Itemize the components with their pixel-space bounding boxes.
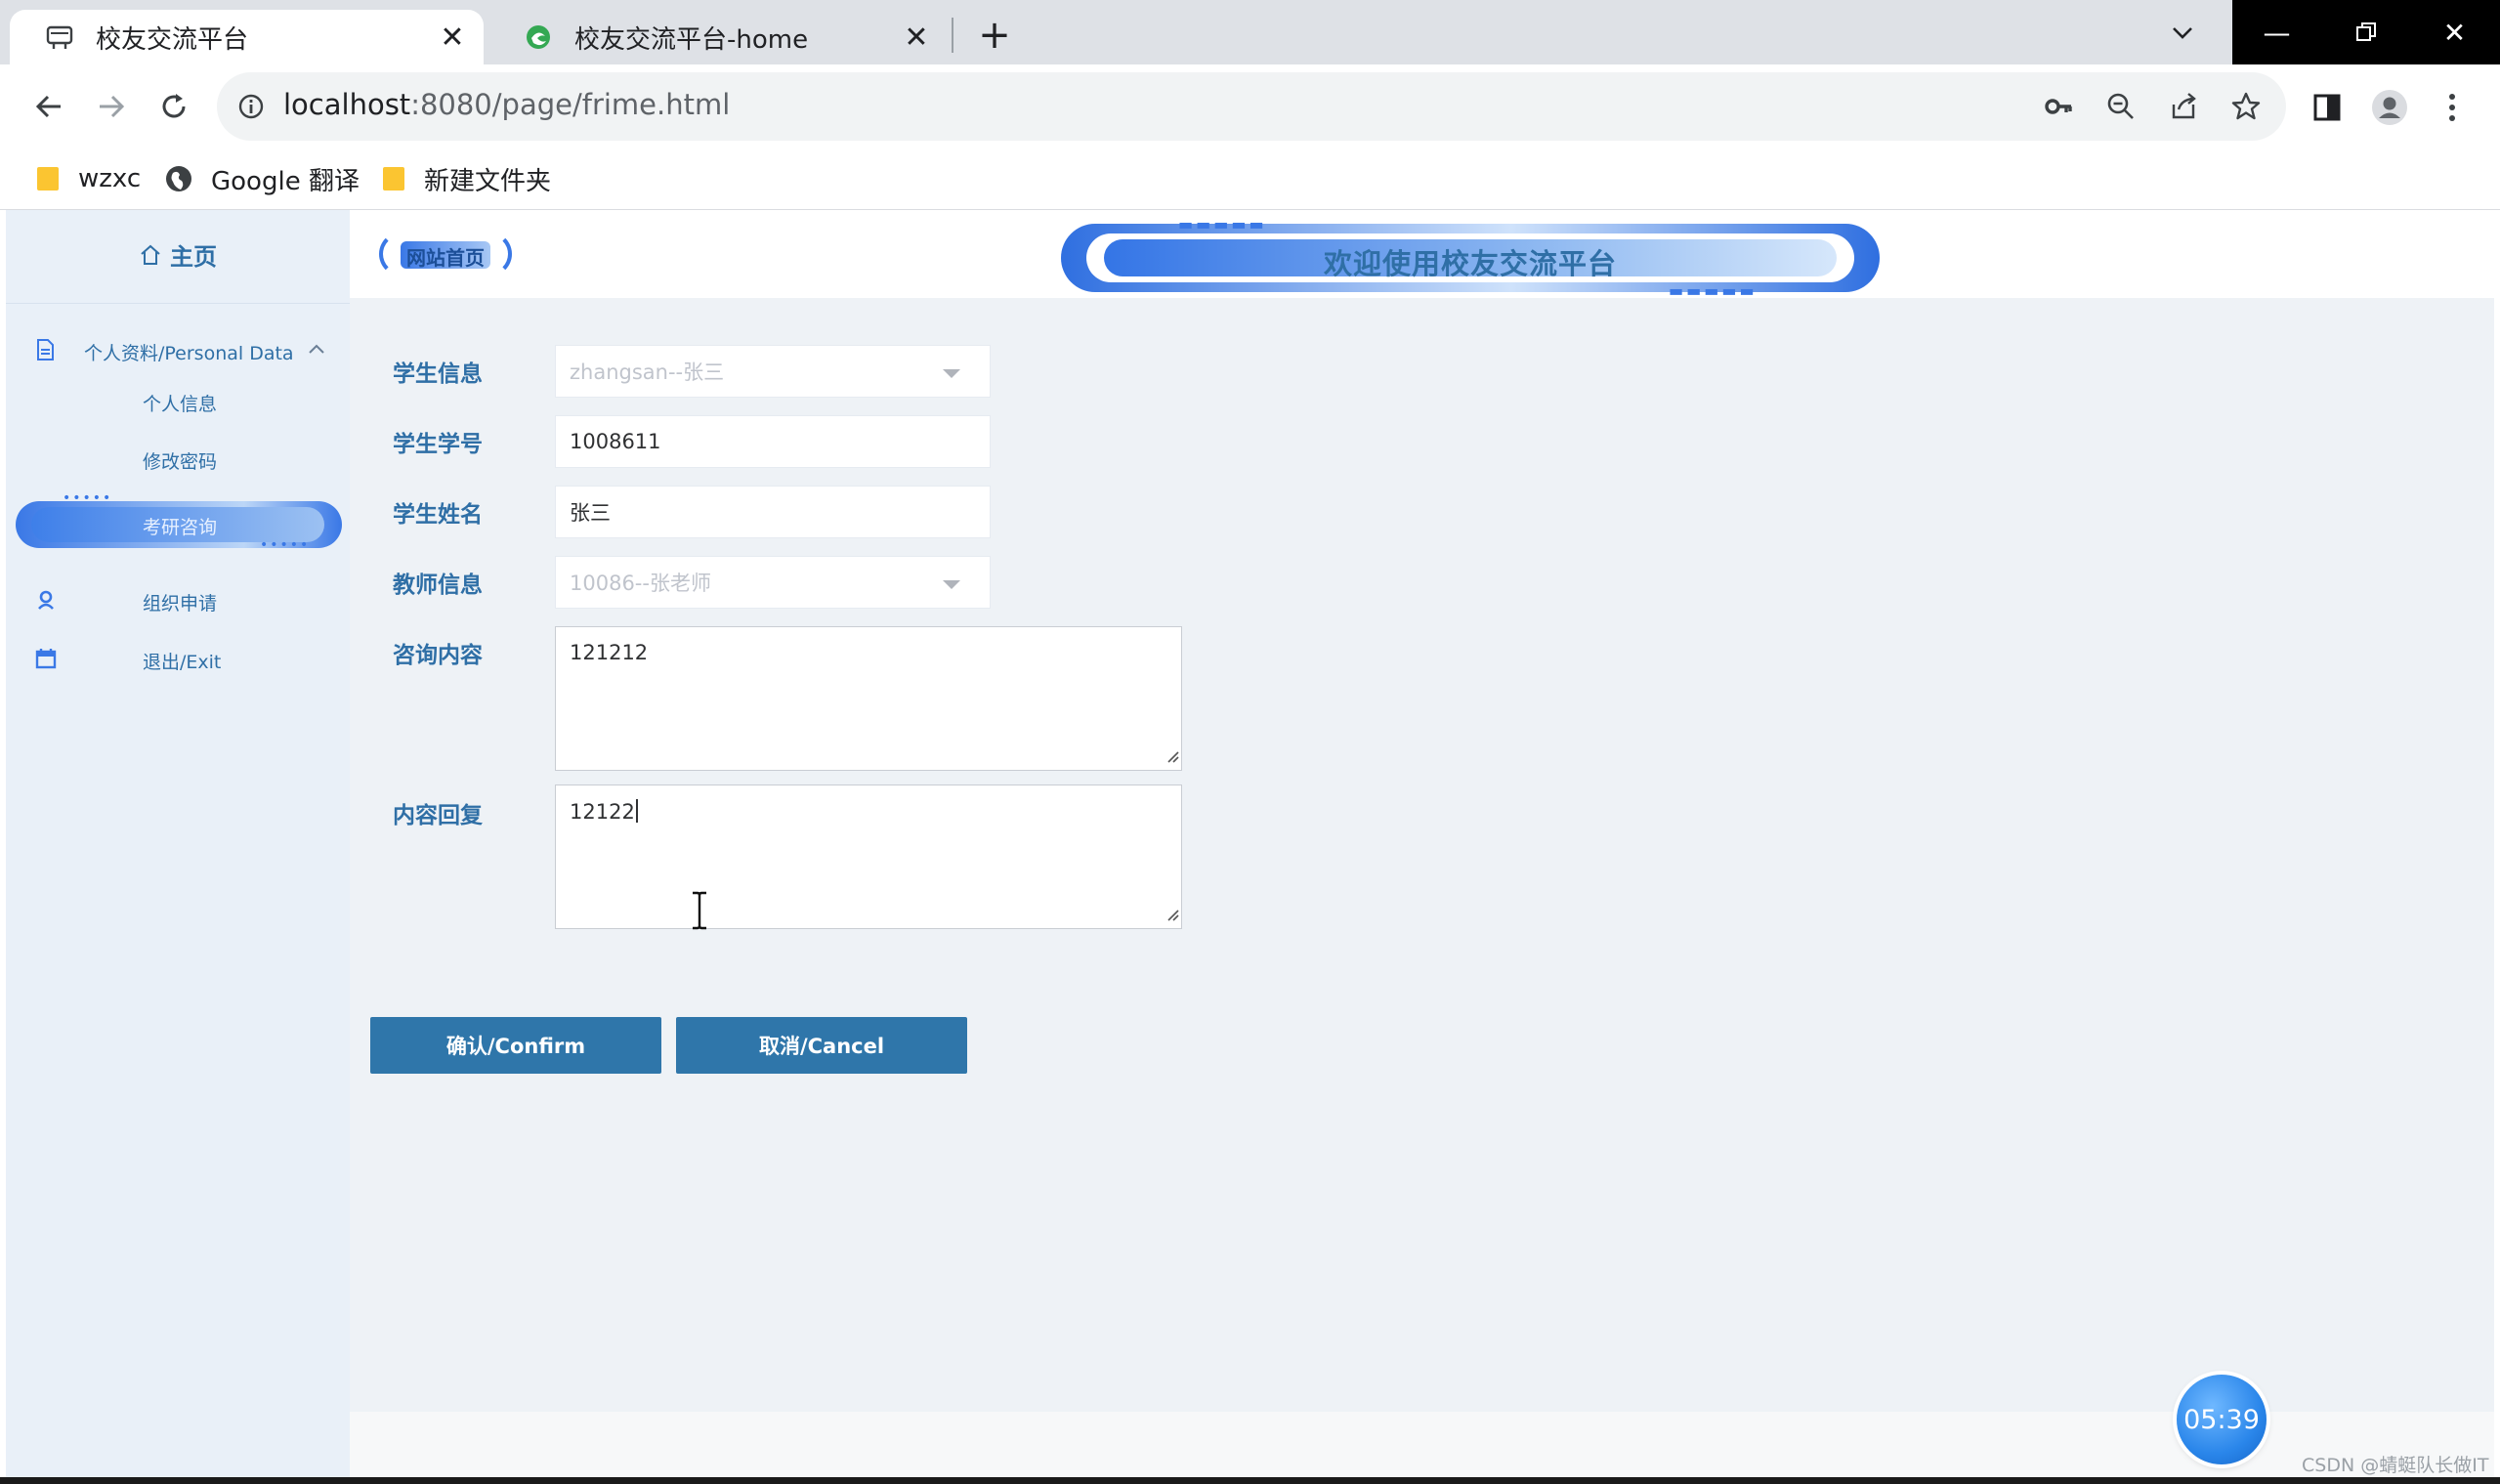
- close-tab-icon[interactable]: ✕: [435, 20, 470, 55]
- student-info-select: zhangsan--张三: [555, 345, 991, 398]
- decor-dots: ▬▬▬▬▬: [1178, 215, 1267, 233]
- welcome-banner: ▬▬▬▬▬ ▬▬▬▬▬ 欢迎使用校友交流平台: [1061, 215, 1880, 300]
- browser-toolbar: localhost:8080/page/frime.html: [0, 64, 2500, 148]
- tab-separator: [952, 18, 953, 53]
- new-tab-icon[interactable]: +: [973, 13, 1016, 58]
- bookmark-wzxc[interactable]: wzxc: [35, 160, 141, 197]
- teacher-info-value: 10086--张老师: [570, 572, 711, 595]
- decor-dots: ▬▬▬▬▬: [1669, 281, 1758, 300]
- resize-grip-icon[interactable]: [1164, 744, 1179, 768]
- student-id-value: 1008611: [570, 430, 661, 453]
- tab-title: 校友交流平台: [96, 24, 249, 55]
- recording-timer: 05:39: [2177, 1375, 2267, 1464]
- page-header: 网站首页 ▬▬▬▬▬ ▬▬▬▬▬ 欢迎使用校友交流平台: [350, 210, 2494, 300]
- window-controls: — ✕: [2232, 0, 2500, 64]
- confirm-button[interactable]: 确认/Confirm: [370, 1017, 661, 1074]
- teacher-info-select: 10086--张老师: [555, 556, 991, 609]
- consult-content-value: 121212: [570, 641, 649, 664]
- folder-icon: [35, 165, 61, 192]
- sidebar-home[interactable]: 主页: [6, 237, 350, 272]
- consult-content-label: 咨询内容: [393, 643, 483, 668]
- tab-search-chevron-icon[interactable]: [2161, 12, 2204, 55]
- ibeam-cursor-icon: [690, 891, 709, 934]
- text-caret: [635, 799, 638, 823]
- share-icon[interactable]: [2165, 88, 2202, 125]
- page-footer-strip: [350, 1412, 2494, 1484]
- site-home-label: 网站首页: [406, 246, 485, 270]
- sidebar-item-label: 组织申请: [143, 593, 218, 615]
- profile-avatar-icon[interactable]: [2370, 88, 2409, 127]
- sidebar-item-organization[interactable]: 组织申请: [6, 581, 350, 620]
- chevron-up-icon[interactable]: [307, 341, 326, 360]
- tab-title: 校友交流平台-home: [574, 24, 809, 55]
- screen-bottom-edge: [0, 1477, 2500, 1484]
- tab-inactive[interactable]: 校友交流平台-home ✕: [488, 10, 948, 64]
- browser-tab-strip: 校友交流平台 ✕ 校友交流平台-home ✕ + — ✕: [0, 0, 2500, 64]
- sidebar-item-personal-info[interactable]: 个人信息: [143, 390, 217, 416]
- sidebar: 主页 个人资料/Personal Data 个人信息 修改密码 ••••• ••…: [6, 210, 350, 1484]
- student-name-input[interactable]: 张三: [555, 486, 991, 538]
- sidebar-home-label: 主页: [170, 243, 217, 271]
- bookmark-google-translate[interactable]: Google 翻译: [164, 160, 360, 197]
- student-name-label: 学生姓名: [393, 502, 483, 528]
- bookmarks-bar: wzxc Google 翻译 新建文件夹: [0, 148, 2500, 210]
- watermark: CSDN @蜻蜓队长做IT: [2302, 1455, 2489, 1476]
- user-icon: [35, 589, 57, 615]
- reply-content-value: 12122: [570, 800, 635, 824]
- close-window-icon[interactable]: ✕: [2410, 0, 2499, 64]
- bookmark-star-icon[interactable]: [2227, 88, 2265, 125]
- sidebar-group-label: 个人资料/Personal Data: [84, 343, 294, 364]
- bookmark-label: Google 翻译: [211, 166, 360, 196]
- sidebar-item-exit[interactable]: 退出/Exit: [6, 640, 350, 679]
- globe-icon: [164, 164, 193, 193]
- key-icon[interactable]: [2040, 88, 2077, 125]
- menu-kebab-icon[interactable]: [2433, 88, 2472, 127]
- info-icon[interactable]: [234, 90, 268, 123]
- site-favicon-icon: [43, 21, 76, 54]
- consult-content-textarea[interactable]: 121212: [555, 626, 1182, 771]
- welcome-title: 欢迎使用校友交流平台: [1323, 247, 1617, 280]
- close-tab-icon[interactable]: ✕: [899, 20, 934, 55]
- tab-active[interactable]: 校友交流平台 ✕: [10, 10, 484, 64]
- student-id-label: 学生学号: [393, 432, 483, 457]
- resize-grip-icon[interactable]: [1164, 903, 1179, 926]
- bookmark-label: wzxc: [78, 164, 142, 193]
- bookmark-label: 新建文件夹: [424, 166, 552, 196]
- student-id-input[interactable]: 1008611: [555, 415, 991, 468]
- reload-icon[interactable]: [152, 85, 195, 128]
- decor-dots: •••••: [260, 537, 311, 553]
- caret-down-icon: [943, 580, 960, 589]
- page-viewport: 主页 个人资料/Personal Data 个人信息 修改密码 ••••• ••…: [6, 210, 2494, 1484]
- sidebar-group-personal-data[interactable]: 个人资料/Personal Data: [6, 325, 350, 374]
- folder-icon: [381, 165, 406, 192]
- sidebar-active-label: 考研咨询: [143, 517, 218, 538]
- decor-dots: •••••: [63, 490, 113, 506]
- student-name-value: 张三: [570, 501, 611, 525]
- document-icon: [35, 338, 55, 365]
- address-bar[interactable]: localhost:8080/page/frime.html: [217, 72, 2286, 141]
- student-info-value: zhangsan--张三: [570, 360, 725, 384]
- edge-favicon-icon: [522, 21, 555, 54]
- calendar-icon: [35, 648, 57, 673]
- url-text[interactable]: localhost:8080/page/frime.html: [283, 88, 730, 121]
- cancel-button[interactable]: 取消/Cancel: [676, 1017, 967, 1074]
- student-info-label: 学生信息: [393, 361, 483, 387]
- restore-icon[interactable]: [2321, 0, 2410, 64]
- sidebar-divider: [6, 303, 350, 304]
- minimize-icon[interactable]: —: [2232, 0, 2321, 64]
- reply-content-textarea[interactable]: 12122: [555, 784, 1182, 929]
- reply-content-label: 内容回复: [393, 803, 483, 828]
- bookmark-new-folder[interactable]: 新建文件夹: [381, 160, 551, 197]
- sidebar-item-exam-consult[interactable]: ••••• ••••• 考研咨询: [16, 490, 342, 553]
- side-panel-icon[interactable]: [2308, 88, 2347, 127]
- sidebar-item-label: 退出/Exit: [143, 652, 222, 673]
- zoom-out-icon[interactable]: [2102, 88, 2140, 125]
- sidebar-item-change-password[interactable]: 修改密码: [143, 447, 217, 474]
- teacher-info-label: 教师信息: [393, 572, 483, 598]
- site-home-button[interactable]: 网站首页: [379, 232, 512, 278]
- back-arrow-icon[interactable]: [27, 85, 70, 128]
- caret-down-icon: [943, 369, 960, 378]
- home-icon: [141, 244, 160, 265]
- forward-arrow-icon[interactable]: [90, 85, 133, 128]
